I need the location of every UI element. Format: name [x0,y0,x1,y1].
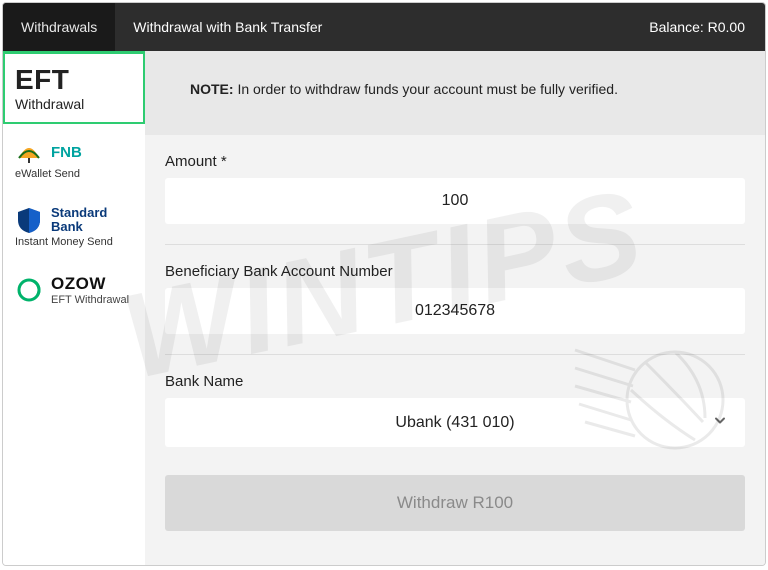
fnb-tree-icon [15,138,43,166]
notice-text: In order to withdraw funds your account … [234,81,618,97]
ozow-swirl-icon [15,276,43,304]
notice-prefix: NOTE: [190,81,234,97]
amount-label: Amount * [165,153,745,170]
bank-name-label: Bank Name [165,373,745,390]
account-number-input[interactable] [165,288,745,334]
amount-input[interactable] [165,178,745,224]
balance-label: Balance: R0.00 [629,3,765,51]
sidebar: EFT Withdrawal FNB eWallet Send Stand [3,51,145,565]
sidebar-item-title: EFT [15,66,135,94]
top-bar: Withdrawals Withdrawal with Bank Transfe… [3,3,765,51]
bank-name-select[interactable]: Ubank (431 010) [165,398,745,447]
sidebar-item-eft[interactable]: EFT Withdrawal [3,51,145,124]
main-panel: NOTE: In order to withdraw funds your ac… [145,51,765,565]
sidebar-item-standard-bank[interactable]: Standard Bank Instant Money Send [3,192,145,260]
divider [165,244,745,245]
tab-withdrawals[interactable]: Withdrawals [3,3,115,51]
sidebar-item-sub: eWallet Send [15,168,135,180]
verification-notice: NOTE: In order to withdraw funds your ac… [145,51,765,135]
standard-bank-shield-icon [15,206,43,234]
divider [165,354,745,355]
sidebar-item-fnb[interactable]: FNB eWallet Send [3,124,145,192]
sidebar-item-sub: Instant Money Send [15,236,135,248]
account-label: Beneficiary Bank Account Number [165,263,745,280]
sidebar-item-ozow[interactable]: OZOW EFT Withdrawal [3,260,145,318]
withdraw-button[interactable]: Withdraw R100 [165,475,745,531]
sidebar-item-title: FNB [51,144,82,161]
page-title: Withdrawal with Bank Transfer [115,3,629,51]
sidebar-item-title: OZOW [51,274,129,294]
sidebar-item-sub: EFT Withdrawal [51,294,129,306]
sidebar-item-title: Standard Bank [51,206,135,233]
sidebar-item-sub: Withdrawal [15,96,135,112]
